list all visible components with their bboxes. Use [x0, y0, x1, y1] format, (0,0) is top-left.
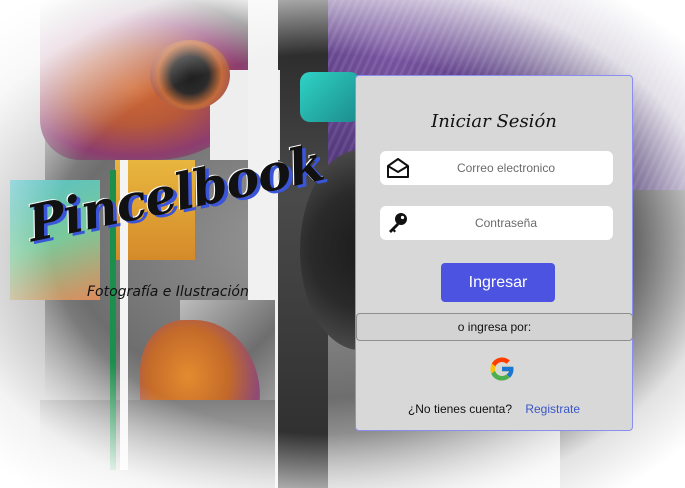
- email-field[interactable]: [380, 151, 613, 185]
- brand-subtitle: Fotografía e Ilustración: [87, 284, 249, 300]
- email-input[interactable]: [416, 153, 596, 183]
- signup-link[interactable]: Registrate: [525, 402, 580, 416]
- collage-strip: [40, 400, 275, 488]
- google-icon[interactable]: [487, 354, 517, 384]
- password-field[interactable]: [380, 206, 613, 240]
- login-button[interactable]: Ingresar: [441, 263, 555, 302]
- signup-row: ¿No tienes cuenta? Registrate: [356, 402, 632, 416]
- login-card: Iniciar Sesión Ingresar o ingresa por:: [355, 75, 633, 431]
- alt-login-label: o ingresa por:: [457, 320, 532, 334]
- collage-eye: [150, 40, 230, 110]
- password-input[interactable]: [416, 208, 596, 238]
- alt-login-divider: o ingresa por:: [356, 313, 633, 341]
- envelope-icon: [380, 151, 416, 185]
- key-icon: [380, 206, 416, 240]
- signup-prompt: ¿No tienes cuenta?: [407, 402, 512, 416]
- collage-teal-shape: [300, 72, 360, 122]
- login-title: Iniciar Sesión: [431, 111, 557, 132]
